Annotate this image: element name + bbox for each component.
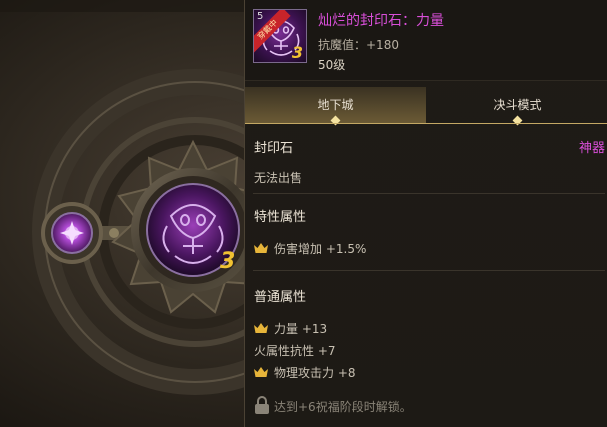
item-level: 50级 (318, 58, 346, 72)
tab-dungeon[interactable]: 地下城 (245, 87, 426, 126)
tab-label: 决斗模式 (493, 98, 542, 112)
tab-label: 地下城 (317, 98, 354, 112)
divider (253, 270, 605, 271)
item-tier-number: 3 (291, 43, 303, 62)
normal-attr-title: 普通属性 (254, 290, 307, 305)
connector-rivet (109, 228, 119, 238)
special-attr-title: 特性属性 (254, 210, 307, 225)
trade-restriction: 无法出售 (254, 171, 303, 185)
crown-icon (254, 367, 268, 377)
lock-icon (255, 396, 269, 414)
item-type-label: 封印石 (254, 141, 294, 156)
item-tooltip: 5 穿戴中 3 灿烂的封印石：力量 抗魔值：+180 50级 地下城 决斗模式 … (244, 0, 607, 427)
crown-icon (254, 323, 268, 333)
item-resist-stat: 抗魔值：+180 (318, 38, 399, 52)
normal-attr: 力量 +13 (274, 322, 328, 336)
normal-attr: 物理攻击力 +8 (274, 366, 356, 380)
mode-tabs: 地下城 决斗模式 (245, 87, 607, 126)
center-tier-number: 3 (220, 249, 235, 274)
tooltip-header: 5 穿戴中 3 灿烂的封印石：力量 抗魔值：+180 50级 (245, 0, 607, 81)
tab-duel[interactable]: 决斗模式 (427, 87, 607, 126)
left-socket[interactable] (41, 202, 103, 264)
tab-underline (245, 123, 607, 124)
crown-icon (254, 243, 268, 253)
divider (253, 193, 605, 194)
item-rarity: 神器 (578, 141, 605, 156)
normal-attr: 火属性抗性 +7 (254, 344, 336, 358)
item-icon-level: 5 (257, 11, 264, 22)
special-attr: 伤害增加 +1.5% (274, 242, 367, 256)
item-name: 灿烂的封印石：力量 (318, 13, 444, 29)
unlock-hint: 达到+6祝福阶段时解锁。 (274, 400, 412, 414)
seal-stone-icon[interactable]: 5 穿戴中 3 (253, 9, 307, 63)
